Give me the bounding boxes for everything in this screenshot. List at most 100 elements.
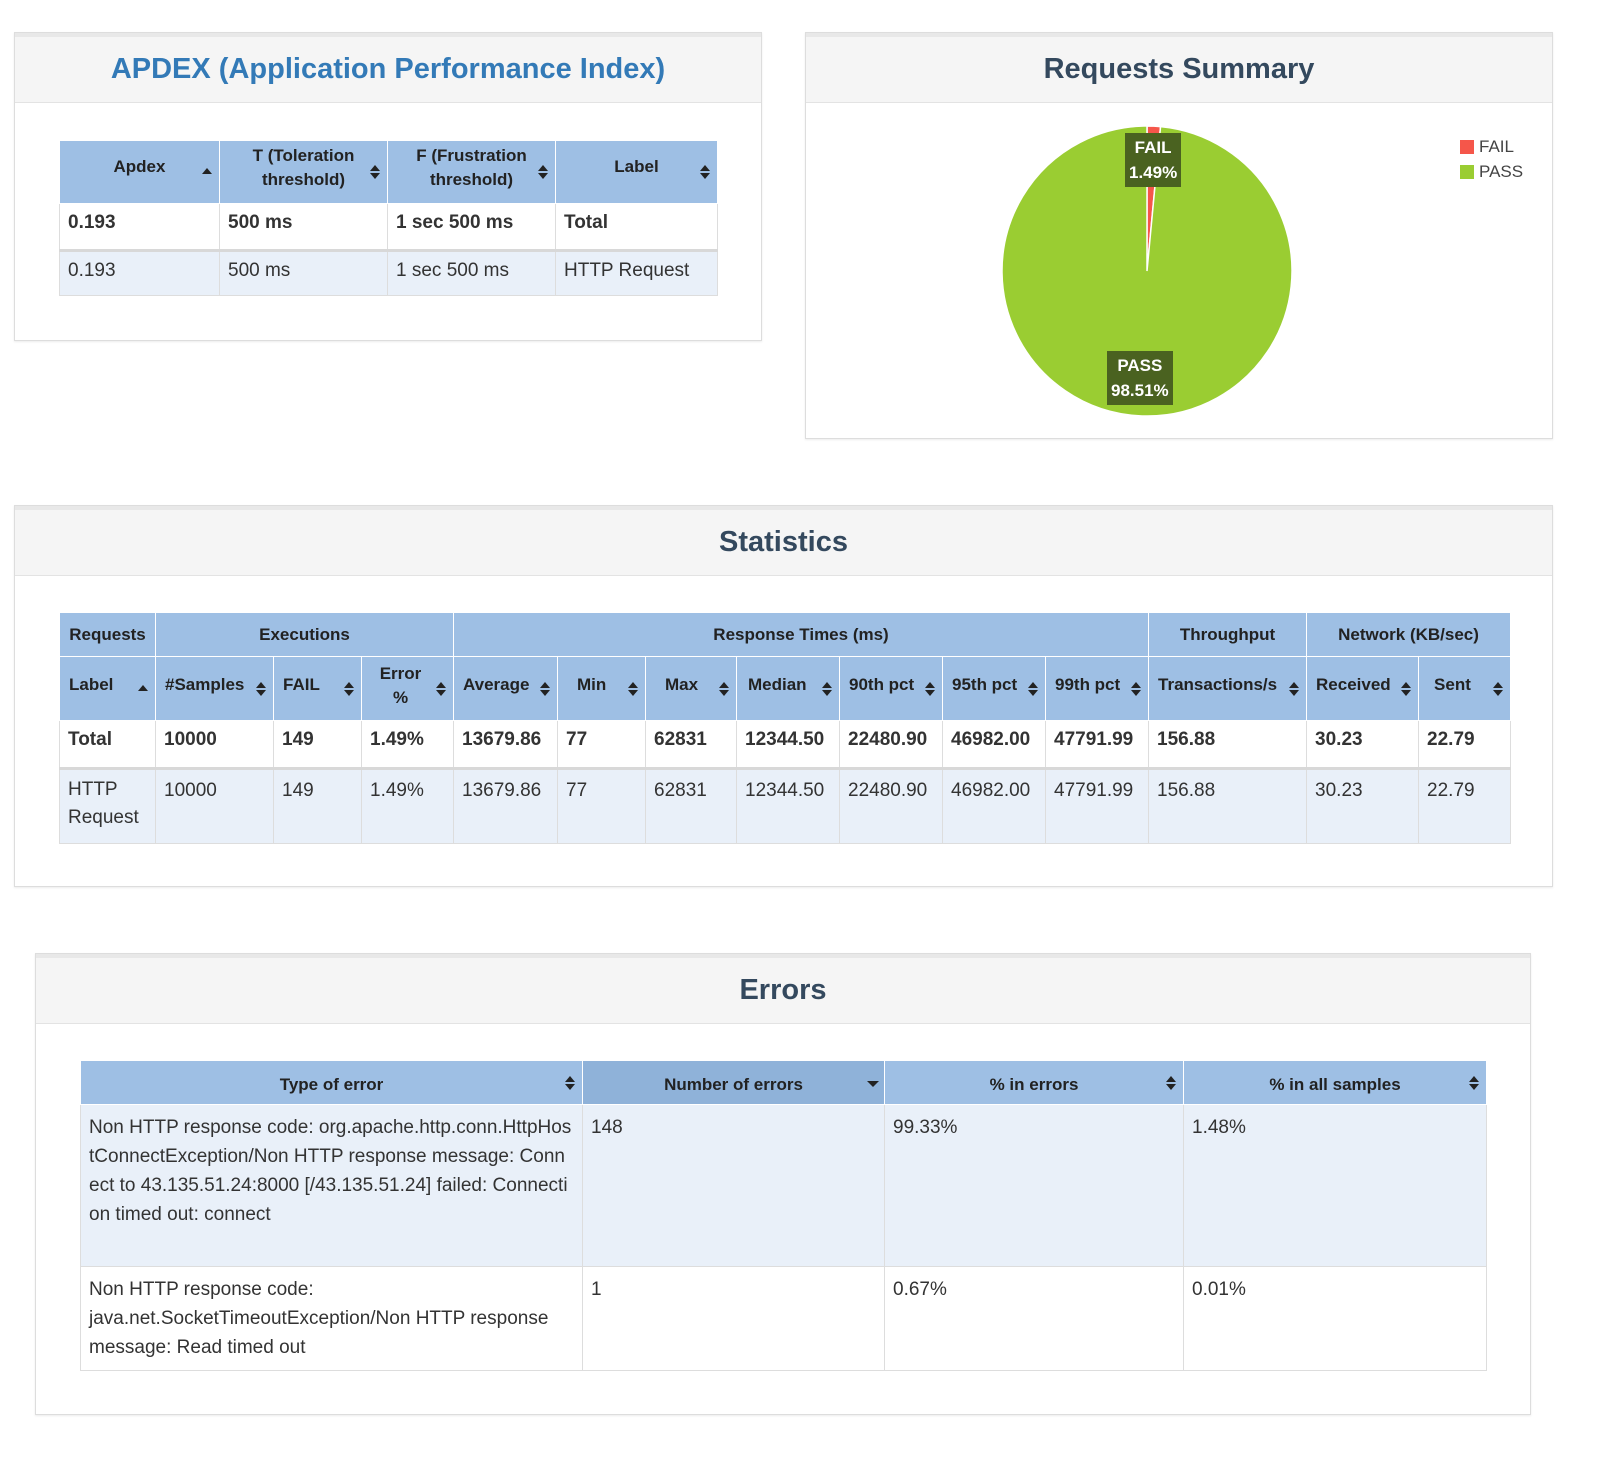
- sort-both-icon: [538, 164, 548, 180]
- stats-header-error-pct[interactable]: Error %: [361, 656, 454, 721]
- apdex-header-toleration[interactable]: T (Toleration threshold): [219, 140, 388, 204]
- stats-header-95th[interactable]: 95th pct: [942, 656, 1046, 721]
- legend-item-fail[interactable]: FAIL: [1460, 134, 1523, 159]
- errors-title: Errors: [739, 974, 827, 1006]
- stats-header-transactions[interactable]: Transactions/s: [1148, 656, 1308, 721]
- pie-label-fail-name: FAIL: [1134, 138, 1172, 157]
- apdex-header-apdex[interactable]: Apdex: [59, 140, 220, 204]
- sort-both-icon: [1131, 681, 1142, 697]
- table-cell: 500 ms: [219, 203, 388, 252]
- table-cell: 77: [557, 720, 646, 770]
- table-cell: Non HTTP response code: org.apache.http.…: [80, 1104, 583, 1267]
- table-cell: 0.193: [59, 203, 220, 252]
- table-cell: 22.79: [1418, 720, 1512, 770]
- statistics-row-total: Total 10000 149 1.49% 13679.86 77 62831 …: [59, 720, 1512, 770]
- sort-both-icon: [370, 164, 380, 180]
- stats-header-sent[interactable]: Sent: [1418, 656, 1512, 721]
- stats-header-received[interactable]: Received: [1306, 656, 1420, 721]
- table-cell: 12344.50: [736, 768, 840, 844]
- apdex-panel: APDEX (Application Performance Index) Ap…: [14, 32, 762, 341]
- table-cell: 149: [273, 720, 362, 770]
- legend-item-pass[interactable]: PASS: [1460, 159, 1523, 184]
- stats-header-fail[interactable]: FAIL: [273, 656, 362, 721]
- table-cell: 500 ms: [219, 250, 388, 296]
- pie-label-pass-pct: 98.51%: [1111, 381, 1169, 400]
- legend-swatch-fail: [1460, 139, 1474, 154]
- table-cell: 30.23: [1306, 720, 1420, 770]
- table-cell: 10000: [155, 768, 274, 844]
- table-cell: 46982.00: [942, 768, 1046, 844]
- stats-header-90th[interactable]: 90th pct: [839, 656, 943, 721]
- statistics-panel: Statistics Requests Executions Response …: [14, 505, 1553, 887]
- sort-asc-icon: [138, 681, 148, 697]
- group-header-requests: Requests: [59, 612, 156, 657]
- table-cell: 149: [273, 768, 362, 844]
- table-cell: 47791.99: [1044, 720, 1150, 770]
- legend-swatch-pass: [1460, 164, 1474, 179]
- group-header-throughput: Throughput: [1148, 612, 1308, 657]
- table-cell: HTTP Request: [555, 250, 718, 296]
- table-cell: 62831: [645, 720, 737, 770]
- stats-header-median[interactable]: Median: [736, 656, 840, 721]
- apdex-header-frustration[interactable]: F (Frustration threshold): [387, 140, 556, 204]
- sort-both-icon: [1166, 1075, 1176, 1091]
- table-cell: 1 sec 500 ms: [387, 203, 556, 252]
- table-cell: 13679.86: [453, 768, 558, 844]
- table-cell: 156.88: [1148, 768, 1308, 844]
- table-cell: 0.193: [59, 250, 220, 296]
- errors-row: Non HTTP response code: java.net.SocketT…: [80, 1266, 1487, 1371]
- pie-label-fail: FAIL 1.49%: [1125, 133, 1182, 187]
- chart-legend: FAIL PASS: [1460, 134, 1523, 184]
- table-cell: 22480.90: [839, 720, 943, 770]
- requests-summary-header: Requests Summary: [806, 33, 1552, 103]
- sort-asc-icon: [202, 164, 212, 180]
- sort-both-icon: [1401, 681, 1412, 697]
- sort-desc-icon: [867, 1075, 879, 1091]
- sort-both-icon: [1493, 681, 1504, 697]
- errors-header-pct-samples[interactable]: % in all samples: [1183, 1060, 1487, 1105]
- statistics-row: HTTP Request 10000 149 1.49% 13679.86 77…: [59, 768, 1512, 844]
- table-cell: Total: [555, 203, 718, 252]
- sort-both-icon: [1289, 681, 1300, 697]
- apdex-header-label[interactable]: Label: [555, 140, 718, 204]
- apdex-row: 0.193 500 ms 1 sec 500 ms HTTP Request: [59, 250, 718, 296]
- stats-header-samples[interactable]: #Samples: [155, 656, 274, 721]
- stats-header-max[interactable]: Max: [645, 656, 737, 721]
- table-cell: 10000: [155, 720, 274, 770]
- statistics-header-row: Label #Samples FAIL Error % Average Min …: [59, 656, 1512, 721]
- errors-row: Non HTTP response code: org.apache.http.…: [80, 1104, 1487, 1267]
- sort-both-icon: [540, 681, 550, 697]
- sort-both-icon: [700, 164, 710, 180]
- errors-panel: Errors Type of error Number of errors % …: [35, 953, 1531, 1415]
- sort-both-icon: [1469, 1075, 1479, 1091]
- table-cell: HTTP Request: [59, 768, 156, 844]
- table-cell: 22480.90: [839, 768, 943, 844]
- errors-header-pct-errors[interactable]: % in errors: [884, 1060, 1184, 1105]
- pie-label-fail-pct: 1.49%: [1129, 163, 1178, 182]
- apdex-row-total: 0.193 500 ms 1 sec 500 ms Total: [59, 203, 718, 252]
- requests-summary-title: Requests Summary: [1043, 53, 1315, 85]
- table-cell: 1.49%: [361, 768, 454, 844]
- table-cell: 12344.50: [736, 720, 840, 770]
- errors-header-count[interactable]: Number of errors: [582, 1060, 885, 1105]
- apdex-title[interactable]: APDEX (Application Performance Index): [111, 53, 665, 86]
- sort-both-icon: [344, 681, 354, 697]
- group-header-executions: Executions: [155, 612, 454, 657]
- apdex-panel-header: APDEX (Application Performance Index): [15, 33, 761, 103]
- table-cell: 156.88: [1148, 720, 1308, 770]
- sort-both-icon: [628, 681, 638, 697]
- stats-header-min[interactable]: Min: [557, 656, 646, 721]
- table-cell: 1.49%: [361, 720, 454, 770]
- statistics-table: Requests Executions Response Times (ms) …: [59, 612, 1512, 844]
- sort-both-icon: [256, 681, 266, 697]
- stats-header-label[interactable]: Label: [59, 656, 156, 721]
- sort-both-icon: [436, 681, 446, 697]
- table-cell: 1 sec 500 ms: [387, 250, 556, 296]
- statistics-header: Statistics: [15, 506, 1552, 576]
- table-cell: 1.48%: [1183, 1104, 1487, 1267]
- errors-header-type[interactable]: Type of error: [80, 1060, 583, 1105]
- stats-header-average[interactable]: Average: [453, 656, 558, 721]
- pie-label-pass: PASS 98.51%: [1107, 351, 1173, 405]
- table-cell: 22.79: [1418, 768, 1512, 844]
- stats-header-99th[interactable]: 99th pct: [1044, 656, 1150, 721]
